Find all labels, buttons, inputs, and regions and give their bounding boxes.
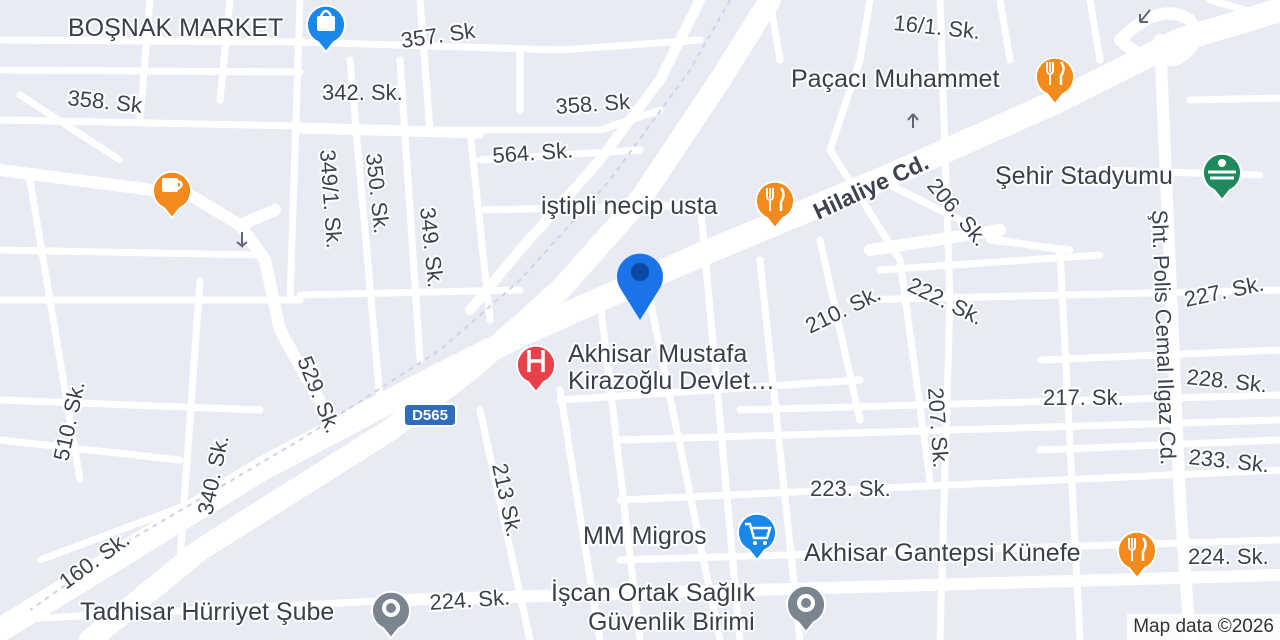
poi-label-line1: Akhisar Mustafa <box>568 340 747 368</box>
highway-shield: D565 <box>403 403 457 427</box>
poi-label: BOŞNAK MARKET <box>68 14 283 42</box>
map-svg[interactable]: 357. Sk 342. Sk. 358. Sk 358. Sk 564. Sk… <box>0 0 1280 640</box>
poi-label: Şehir Stadyumu <box>995 162 1173 190</box>
poi-label: Akhisar Gantepsi Künefe <box>804 539 1081 567</box>
poi-label: Tadhisar Hürriyet Şube <box>80 598 334 626</box>
poi-label-line1: İşcan Ortak Sağlık <box>551 578 756 607</box>
street-label: 224. Sk. <box>1188 544 1269 569</box>
street-label: 217. Sk. <box>1043 385 1124 410</box>
map-attribution[interactable]: Map data ©2026 <box>1127 614 1280 640</box>
street-label: 358. Sk <box>555 89 632 119</box>
poi-label-line2: Kirazoğlu Devlet… <box>568 367 775 395</box>
poi-label-line2: Güvenlik Birimi <box>588 608 755 636</box>
poi-label: MM Migros <box>583 522 707 550</box>
street-label: 223. Sk. <box>810 476 891 501</box>
highway-shield-label: D565 <box>412 407 448 424</box>
poi-label: Paçacı Muhammet <box>791 65 999 93</box>
poi-label: iştipli necip usta <box>541 192 718 220</box>
map-canvas[interactable]: 357. Sk 342. Sk. 358. Sk 358. Sk 564. Sk… <box>0 0 1280 640</box>
street-label: 342. Sk. <box>322 80 403 105</box>
